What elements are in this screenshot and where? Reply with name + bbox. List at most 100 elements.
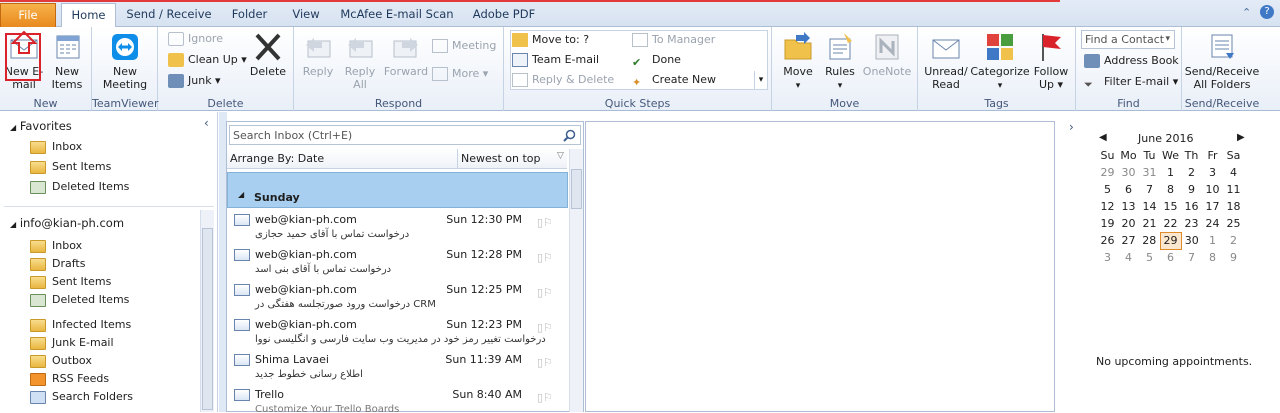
arrange-by-date[interactable]: Arrange By: Date (230, 152, 324, 165)
move-button[interactable]: Move ▾ (776, 29, 820, 93)
day[interactable]: 15 (1160, 198, 1181, 215)
list-item[interactable]: Shima Lavaei Sun 11:39 AM اطلاع رسانی خطوط… (227, 350, 567, 385)
delete-button[interactable]: Delete (246, 29, 290, 78)
day[interactable]: 13 (1118, 198, 1139, 215)
acc-outbox[interactable]: Outbox (30, 352, 92, 370)
tab-folder[interactable]: Folder (222, 3, 277, 27)
day[interactable]: 12 (1097, 198, 1118, 215)
tab-view[interactable]: View (283, 3, 329, 27)
ignore-button[interactable]: Ignore (168, 29, 223, 49)
day[interactable]: 9 (1223, 249, 1244, 266)
search-inbox-input[interactable]: Search Inbox (Ctrl+E) (229, 125, 581, 145)
sort-chevron-icon[interactable]: ▽ (557, 151, 564, 161)
fav-inbox[interactable]: Inbox (30, 138, 82, 156)
day[interactable]: 30 (1181, 232, 1202, 249)
acc-search-folders[interactable]: Search Folders (30, 388, 133, 406)
day[interactable]: 14 (1139, 198, 1160, 215)
favorites-header[interactable]: ◢ Favorites (10, 119, 72, 133)
day[interactable]: 30 (1118, 164, 1139, 181)
junk-button[interactable]: Junk ▾ (168, 71, 221, 91)
next-month-icon[interactable]: ▶ (1237, 132, 1245, 143)
day[interactable]: 25 (1223, 215, 1244, 232)
day[interactable]: 19 (1097, 215, 1118, 232)
day[interactable]: 3 (1097, 249, 1118, 266)
day[interactable]: 6 (1160, 249, 1181, 266)
tab-file[interactable]: File (0, 3, 56, 27)
day[interactable]: 16 (1181, 198, 1202, 215)
tab-send-receive[interactable]: Send / Receive (124, 3, 214, 27)
day[interactable]: 3 (1202, 164, 1223, 181)
list-item[interactable]: web@kian-ph.com Sun 12:25 PM درخواست ورود … (227, 280, 567, 315)
new-meeting-button[interactable]: New Meeting (98, 29, 152, 91)
day[interactable]: 4 (1223, 164, 1244, 181)
day[interactable]: 2 (1181, 164, 1202, 181)
day[interactable]: 11 (1223, 181, 1244, 198)
day[interactable]: 8 (1202, 249, 1223, 266)
list-item[interactable]: web@kian-ph.com Sun 12:23 PM درخواست تغییر… (227, 315, 567, 350)
day[interactable]: 31 (1139, 164, 1160, 181)
flag-icon[interactable]: ▯⚐ (537, 391, 559, 404)
acc-rss-feeds[interactable]: RSS Feeds (30, 370, 109, 388)
list-scrollbar[interactable] (569, 149, 583, 412)
acc-sent-items[interactable]: Sent Items (30, 273, 111, 291)
sort-order[interactable]: Newest on top (461, 152, 541, 165)
rules-button[interactable]: Rules ▾ (820, 29, 860, 93)
day[interactable]: 10 (1202, 181, 1223, 198)
flag-icon[interactable]: ▯⚐ (537, 321, 559, 334)
categorize-button[interactable]: Categorize ▾ (970, 29, 1030, 93)
group-collapse-icon[interactable]: ◢ (238, 190, 244, 199)
meeting-button[interactable]: Meeting (432, 36, 496, 56)
address-book-button[interactable]: Address Book (1084, 51, 1179, 71)
list-item[interactable]: web@kian-ph.com Sun 12:28 PM درخواست تماس … (227, 245, 567, 280)
day[interactable]: 5 (1139, 249, 1160, 266)
new-items-button[interactable]: New Items (46, 29, 88, 91)
day[interactable]: 1 (1160, 164, 1181, 181)
move-to-button[interactable]: Move to: ? (512, 30, 589, 50)
nav-scrollbar[interactable] (200, 210, 214, 412)
minimize-ribbon-icon[interactable]: ⌃ (1242, 6, 1256, 20)
nav-scrollbar-thumb[interactable] (202, 228, 213, 410)
day[interactable]: 6 (1118, 181, 1139, 198)
day[interactable]: 18 (1223, 198, 1244, 215)
day[interactable]: 22 (1160, 215, 1181, 232)
collapse-nav-icon[interactable]: ‹ (204, 116, 209, 130)
day[interactable]: 26 (1097, 232, 1118, 249)
help-icon[interactable]: ? (1260, 5, 1274, 19)
to-manager-button[interactable]: To Manager (632, 30, 715, 50)
prev-month-icon[interactable]: ◀ (1099, 132, 1107, 143)
day[interactable]: 9 (1181, 181, 1202, 198)
flag-icon[interactable]: ▯⚐ (537, 356, 559, 369)
list-item[interactable]: web@kian-ph.com Sun 12:30 PM درخواست تماس … (227, 210, 567, 245)
flag-icon[interactable]: ▯⚐ (537, 216, 559, 229)
list-item[interactable]: Trello Sun 8:40 AM Customize Your Trello B… (227, 385, 567, 413)
day[interactable]: 2 (1223, 232, 1244, 249)
reply-button[interactable]: Reply (298, 29, 338, 78)
tab-mcafee[interactable]: McAfee E-mail Scan (338, 3, 456, 27)
flag-icon[interactable]: ▯⚐ (537, 251, 559, 264)
reply-delete-button[interactable]: Reply & Delete (512, 70, 614, 90)
day[interactable]: 23 (1181, 215, 1202, 232)
unread-read-button[interactable]: Unread/ Read (922, 29, 970, 91)
today-day[interactable]: 29 (1159, 231, 1182, 250)
flag-icon[interactable]: ▯⚐ (537, 286, 559, 299)
acc-infected-items[interactable]: Infected Items (30, 316, 131, 334)
done-button[interactable]: ✔ Done (632, 50, 681, 70)
team-email-button[interactable]: Team E-mail (512, 50, 599, 70)
fav-sent-items[interactable]: Sent Items (30, 158, 111, 176)
day[interactable]: 7 (1181, 249, 1202, 266)
day[interactable]: 5 (1097, 181, 1118, 198)
onenote-button[interactable]: OneNote (860, 29, 914, 78)
day[interactable]: 8 (1160, 181, 1181, 198)
follow-up-button[interactable]: Follow Up ▾ (1030, 29, 1072, 91)
acc-junk-email[interactable]: Junk E-mail (30, 334, 114, 352)
list-scrollbar-thumb[interactable] (571, 169, 582, 209)
reply-all-button[interactable]: Reply All (338, 29, 382, 91)
create-new-button[interactable]: ✦ Create New (632, 70, 716, 90)
find-contact-input[interactable]: Find a Contact ▾ (1081, 30, 1175, 49)
day[interactable]: 24 (1202, 215, 1223, 232)
day[interactable]: 17 (1202, 198, 1223, 215)
acc-deleted-items[interactable]: Deleted Items (30, 291, 129, 309)
day[interactable]: 4 (1118, 249, 1139, 266)
group-header-sunday[interactable]: ◢ Sunday (227, 172, 568, 208)
filter-email-button[interactable]: ⏷ Filter E-mail ▾ (1084, 72, 1178, 92)
